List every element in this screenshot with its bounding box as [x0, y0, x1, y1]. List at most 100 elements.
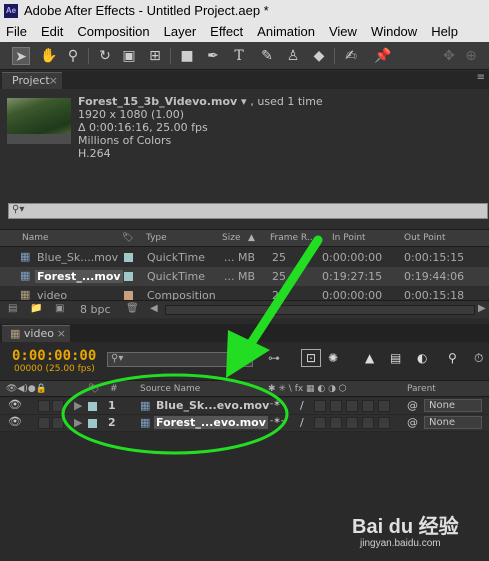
panel-menu-icon[interactable]: ≡ [477, 72, 485, 83]
label-color-swatch[interactable] [124, 291, 133, 300]
pick-whip-icon[interactable]: @ [407, 416, 418, 429]
layer-row[interactable]: 👁 ▶ 2 ▦ Forest_...evo.mov -∗- / @ None [0, 415, 489, 432]
roto-brush-tool-icon[interactable]: ✍ [342, 47, 360, 65]
audio-toggle[interactable] [38, 417, 50, 429]
zoom-tool-icon[interactable]: ⚲ [64, 47, 82, 65]
switch-box[interactable] [330, 400, 342, 412]
menu-edit[interactable]: Edit [41, 22, 63, 42]
window-title: Adobe After Effects - Untitled Project.a… [24, 3, 269, 18]
eye-icon[interactable]: 👁 [8, 415, 22, 428]
parent-dropdown[interactable]: None [424, 399, 482, 412]
audio-toggle[interactable] [38, 400, 50, 412]
switch-box[interactable] [346, 417, 358, 429]
motion-blur-icon[interactable]: ▤ [390, 351, 401, 365]
scroll-left-icon[interactable]: ◀ [150, 303, 158, 314]
menu-animation[interactable]: Animation [257, 22, 315, 42]
clone-stamp-tool-icon[interactable]: ♙ [284, 47, 302, 65]
selection-tool-icon[interactable]: ➤ [12, 47, 30, 65]
switch-box[interactable] [378, 400, 390, 412]
col-in-point[interactable]: In Point [332, 233, 366, 243]
camera-tool-icon[interactable]: ▣ [120, 47, 138, 65]
project-search-input[interactable]: ⚲▾ [8, 203, 488, 219]
eraser-tool-icon[interactable]: ◆ [310, 47, 328, 65]
quality-switch-icon[interactable]: / [300, 399, 304, 412]
timeline-search-input[interactable]: ⚲▾ [107, 352, 253, 367]
hide-shy-layers-icon[interactable]: ✺ [328, 351, 338, 365]
collapse-switch-icon[interactable]: -∗- [270, 399, 284, 409]
menu-layer[interactable]: Layer [164, 22, 197, 42]
composition-mini-flowchart-icon[interactable]: ⊶ [268, 351, 280, 365]
switch-box[interactable] [346, 400, 358, 412]
col-parent[interactable]: Parent [407, 384, 436, 394]
menu-effect[interactable]: Effect [210, 22, 243, 42]
collapse-switch-icon[interactable]: -∗- [270, 416, 284, 426]
switch-box[interactable] [314, 417, 326, 429]
col-number: # [110, 384, 118, 394]
rectangle-tool-icon[interactable]: ■ [178, 47, 196, 65]
rotation-tool-icon[interactable]: ↻ [96, 47, 114, 65]
dropdown-triangle-icon[interactable]: ▾ [241, 95, 247, 108]
label-color-swatch[interactable] [88, 402, 97, 411]
expand-triangle-icon[interactable]: ▶ [74, 416, 82, 429]
label-color-swatch[interactable] [124, 272, 133, 281]
trash-icon[interactable]: 🗑 [126, 303, 139, 314]
menu-window[interactable]: Window [371, 22, 417, 42]
label-color-swatch[interactable] [124, 253, 133, 262]
quality-switch-icon[interactable]: / [300, 416, 304, 429]
lock-toggle[interactable] [52, 417, 64, 429]
tab-project[interactable]: Project × [2, 72, 62, 89]
col-out-point[interactable]: Out Point [404, 233, 446, 243]
footage-thumbnail [7, 98, 71, 144]
hand-tool-icon[interactable]: ✋ [40, 47, 58, 65]
eye-icon[interactable]: 👁 [8, 398, 22, 411]
project-row[interactable]: ▦ Blue_Sk....mov QuickTime ... MB 25 0:0… [0, 248, 489, 267]
tab-video[interactable]: ▦ video × [2, 325, 70, 342]
interpret-footage-icon[interactable]: ▤ [8, 303, 17, 314]
frame-blending-icon[interactable]: ▲ [365, 351, 374, 365]
switch-box[interactable] [362, 400, 374, 412]
menu-view[interactable]: View [329, 22, 357, 42]
stopwatch-icon[interactable]: ⏱ [474, 351, 483, 366]
horizontal-scrollbar[interactable] [165, 305, 475, 315]
new-composition-icon[interactable]: ▣ [55, 303, 64, 314]
menu-composition[interactable]: Composition [77, 22, 149, 42]
close-icon[interactable]: × [49, 73, 58, 89]
switch-box[interactable] [330, 417, 342, 429]
pen-tool-icon[interactable]: ✒ [204, 47, 222, 65]
parent-dropdown[interactable]: None [424, 416, 482, 429]
draft-3d-icon[interactable]: ⊡ [301, 349, 321, 367]
axis-mode-icon[interactable]: ✥ [440, 47, 458, 65]
switch-box[interactable] [378, 417, 390, 429]
graph-editor-icon[interactable]: ◐ [417, 351, 427, 365]
col-size[interactable]: Size [222, 233, 240, 243]
bit-depth-button[interactable]: 8 bpc [80, 303, 111, 316]
layer-name[interactable]: Blue_Sk...evo.mov [156, 399, 269, 412]
new-folder-icon[interactable]: 📁 [30, 303, 42, 314]
expand-triangle-icon[interactable]: ▶ [74, 399, 82, 412]
pick-whip-icon[interactable]: @ [407, 399, 418, 412]
menu-help[interactable]: Help [431, 22, 458, 42]
label-tag-icon[interactable]: 🏷 [122, 233, 133, 243]
switch-box[interactable] [362, 417, 374, 429]
world-axis-icon[interactable]: ⊕ [462, 47, 480, 65]
col-frame-rate[interactable]: Frame R... [270, 233, 315, 243]
layer-name[interactable]: Forest_...evo.mov [154, 416, 268, 429]
current-time-display[interactable]: 0:00:00:00 [12, 348, 96, 364]
brush-tool-icon[interactable]: ✎ [258, 47, 276, 65]
close-icon[interactable]: × [57, 326, 66, 342]
col-name[interactable]: Name [22, 233, 49, 243]
scroll-right-icon[interactable]: ▶ [478, 303, 486, 314]
col-source-name[interactable]: Source Name [140, 384, 200, 394]
project-tab-strip: Project × ≡ [0, 71, 489, 89]
pan-behind-tool-icon[interactable]: ⊞ [146, 47, 164, 65]
lock-toggle[interactable] [52, 400, 64, 412]
menu-file[interactable]: File [6, 22, 27, 42]
switch-box[interactable] [314, 400, 326, 412]
label-color-swatch[interactable] [88, 419, 97, 428]
search-icon[interactable]: ⚲ [448, 351, 457, 365]
col-type[interactable]: Type [146, 233, 167, 243]
type-tool-icon[interactable]: T [230, 47, 248, 65]
project-row-selected[interactable]: ▦ Forest_...mov QuickTime ... MB 25 0:19… [0, 267, 489, 286]
puppet-pin-tool-icon[interactable]: 📌 [374, 47, 392, 65]
layer-row[interactable]: 👁 ▶ 1 ▦ Blue_Sk...evo.mov -∗- / @ None [0, 398, 489, 415]
